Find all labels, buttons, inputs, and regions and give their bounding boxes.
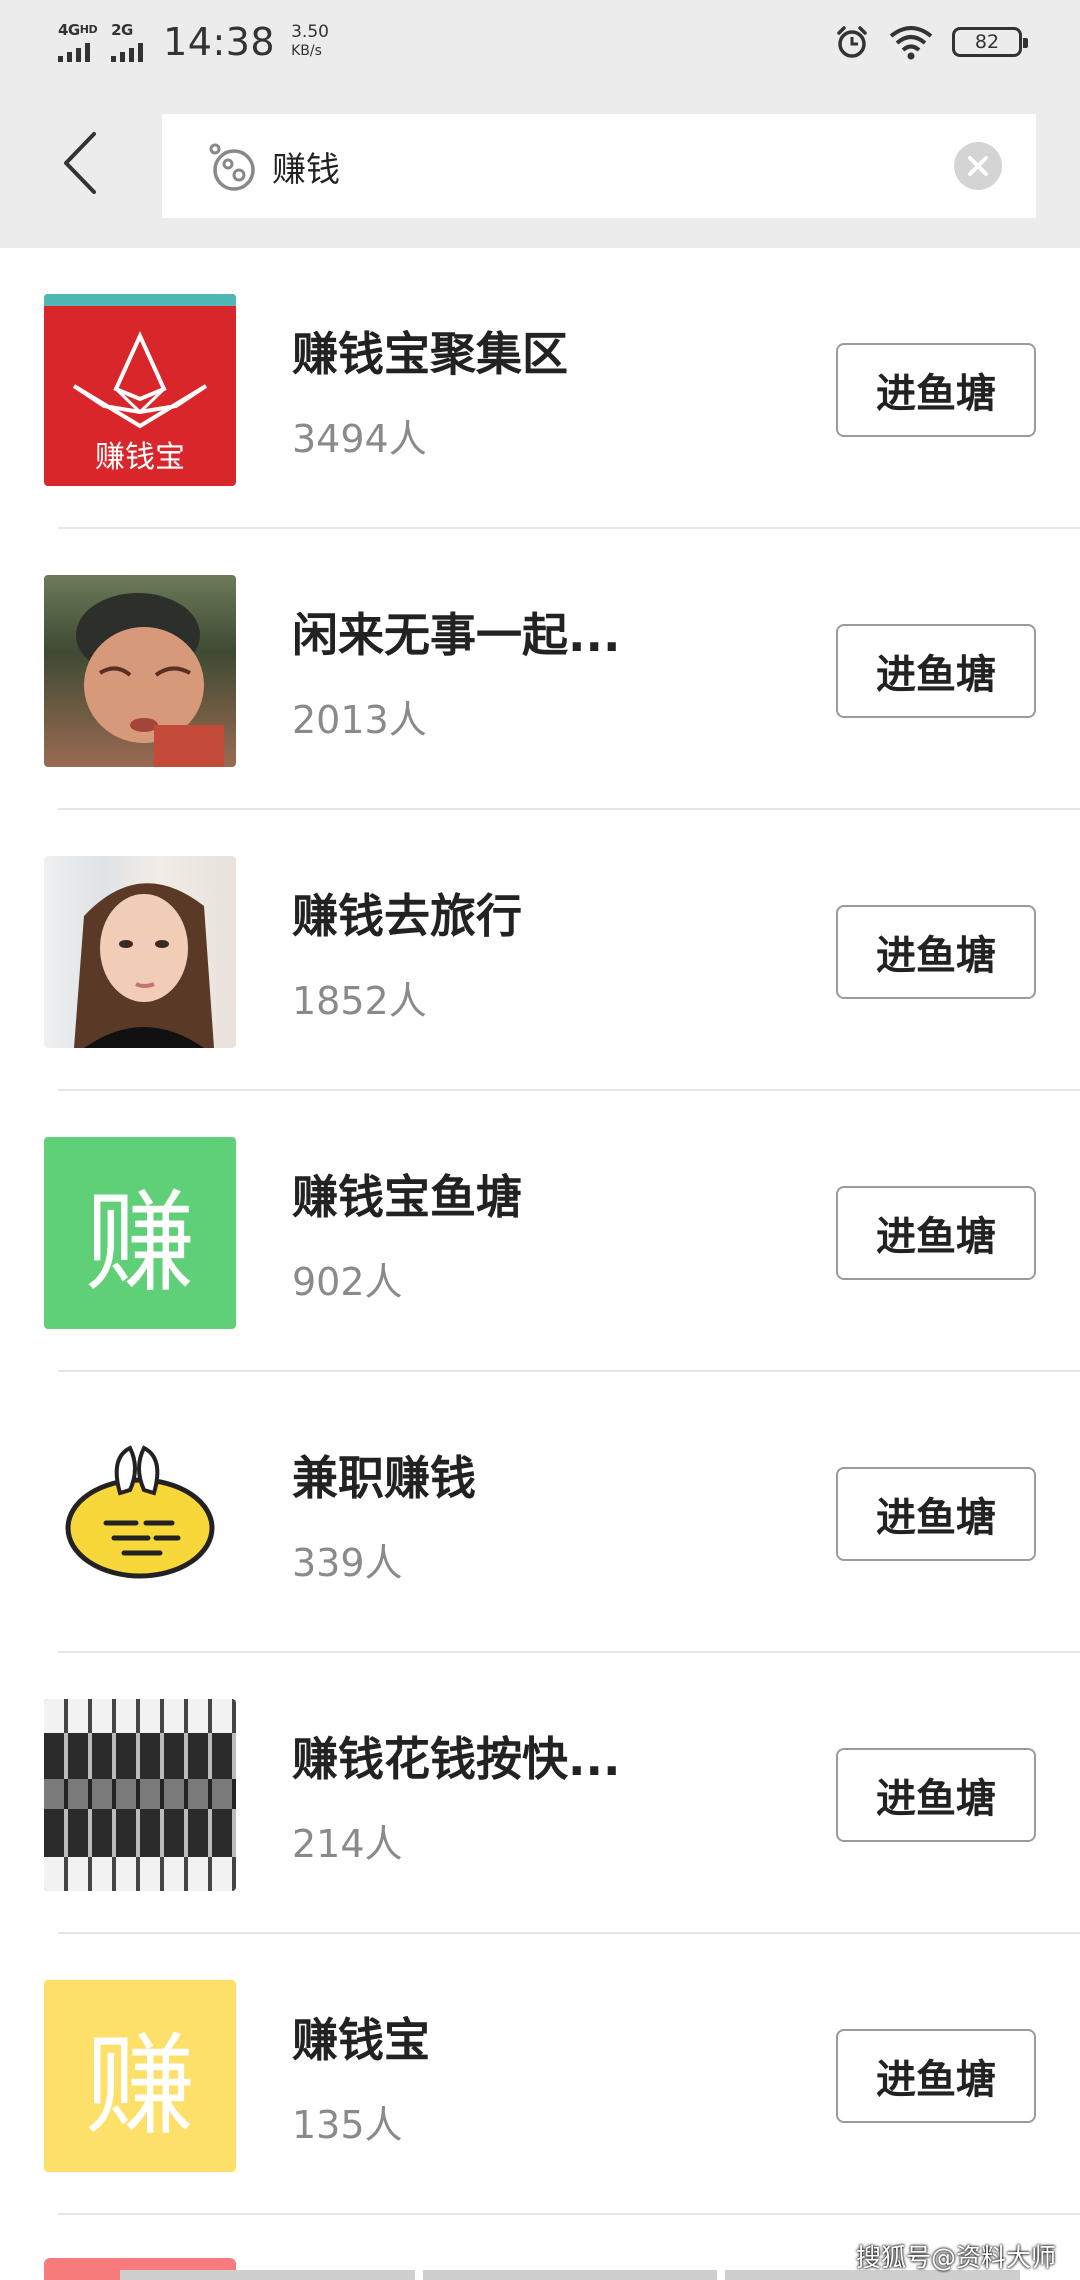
- group-name: 兼职赚钱: [292, 1451, 476, 1505]
- group-name: 闲来无事一起...: [292, 608, 621, 662]
- thumbnail-char: 赚: [85, 1179, 195, 1307]
- join-pond-button[interactable]: 进鱼塘: [836, 624, 1036, 718]
- member-count: 902人: [292, 1260, 403, 1304]
- group-list: 赚钱宝 赚钱宝聚集区 3494人 进鱼塘 闲来无事一起... 2013人 进鱼塘: [0, 248, 1080, 2215]
- member-count: 135人: [292, 2103, 403, 2147]
- speed-unit: KB/s: [291, 43, 322, 59]
- portrait-photo-image: [74, 883, 214, 1048]
- group-name: 赚钱去旅行: [292, 889, 522, 943]
- close-icon: [968, 156, 988, 176]
- network1: 4G: [58, 21, 80, 39]
- member-count: 3494人: [292, 417, 427, 461]
- signal-4g: 4GHD: [58, 21, 98, 62]
- network1-sup: HD: [79, 23, 98, 36]
- battery-level: 82: [974, 31, 1000, 53]
- group-thumbnail: 赚钱宝: [44, 294, 236, 486]
- signal-bars-icon: [58, 42, 90, 62]
- fishpond-search-icon: [209, 143, 255, 191]
- member-count: 2013人: [292, 698, 427, 742]
- search-box[interactable]: [162, 114, 1036, 218]
- group-thumbnail: [44, 575, 236, 767]
- group-thumbnail: [44, 1699, 236, 1891]
- group-name: 赚钱花钱按快...: [292, 1732, 621, 1786]
- list-item[interactable]: 赚 赚钱宝 135人 进鱼塘: [0, 1934, 1080, 2215]
- search-input[interactable]: [272, 140, 912, 192]
- signal-bars-icon: [111, 42, 144, 62]
- alarm-icon: [837, 26, 867, 58]
- thumbnail-char: 赚: [85, 2022, 195, 2150]
- network-speed: 3.50 KB/s: [291, 23, 329, 61]
- divider: [58, 2213, 1080, 2215]
- clock: 14:38: [163, 20, 276, 64]
- group-name: 赚钱宝聚集区: [292, 327, 568, 381]
- status-right: 82: [834, 20, 1028, 64]
- cartoon-face-image: [76, 593, 224, 767]
- list-item[interactable]: 赚钱宝 赚钱宝聚集区 3494人 进鱼塘: [0, 248, 1080, 529]
- fish-pond-icon: [65, 1445, 215, 1579]
- member-count: 339人: [292, 1541, 403, 1585]
- list-item[interactable]: 赚钱花钱按快... 214人 进鱼塘: [0, 1653, 1080, 1934]
- clear-search-icon[interactable]: [954, 142, 1002, 190]
- group-thumbnail: 赚: [44, 1137, 236, 1329]
- join-pond-button[interactable]: 进鱼塘: [836, 1186, 1036, 1280]
- join-pond-button[interactable]: 进鱼塘: [836, 1748, 1036, 1842]
- wifi-icon: [889, 26, 933, 60]
- watermark: 搜狐号@资料大师: [855, 2243, 1056, 2272]
- group-thumbnail: [44, 856, 236, 1048]
- list-item[interactable]: 闲来无事一起... 2013人 进鱼塘: [0, 529, 1080, 810]
- status-bar: 4GHD 2G 14:38 3.50 KB/s 82: [0, 0, 1080, 80]
- signal-2g: 2G: [111, 21, 144, 62]
- group-name: 赚钱宝鱼塘: [292, 1170, 522, 1224]
- list-item[interactable]: 兼职赚钱 339人 进鱼塘: [0, 1372, 1080, 1653]
- network-label-4g: 4GHD: [58, 21, 98, 39]
- group-thumbnail: [44, 1418, 236, 1610]
- list-item[interactable]: 赚钱去旅行 1852人 进鱼塘: [0, 810, 1080, 1091]
- status-left: 4GHD 2G 14:38 3.50 KB/s: [58, 18, 329, 66]
- back-arrow-icon[interactable]: [56, 128, 106, 198]
- member-count: 1852人: [292, 979, 427, 1023]
- join-pond-button[interactable]: 进鱼塘: [836, 2029, 1036, 2123]
- group-thumbnail: 赚: [44, 1980, 236, 2172]
- speed-value: 3.50: [291, 22, 329, 42]
- member-count: 214人: [292, 1822, 403, 1866]
- network-label-2g: 2G: [111, 21, 133, 39]
- search-header: [0, 80, 1080, 248]
- list-item[interactable]: 赚 赚钱宝鱼塘 902人 进鱼塘: [0, 1091, 1080, 1372]
- battery-icon: 82: [952, 27, 1028, 57]
- join-pond-button[interactable]: 进鱼塘: [836, 1467, 1036, 1561]
- group-name: 赚钱宝: [292, 2013, 430, 2067]
- join-pond-button[interactable]: 进鱼塘: [836, 343, 1036, 437]
- join-pond-button[interactable]: 进鱼塘: [836, 905, 1036, 999]
- thumbnail-logo-text: 赚钱宝: [95, 440, 185, 475]
